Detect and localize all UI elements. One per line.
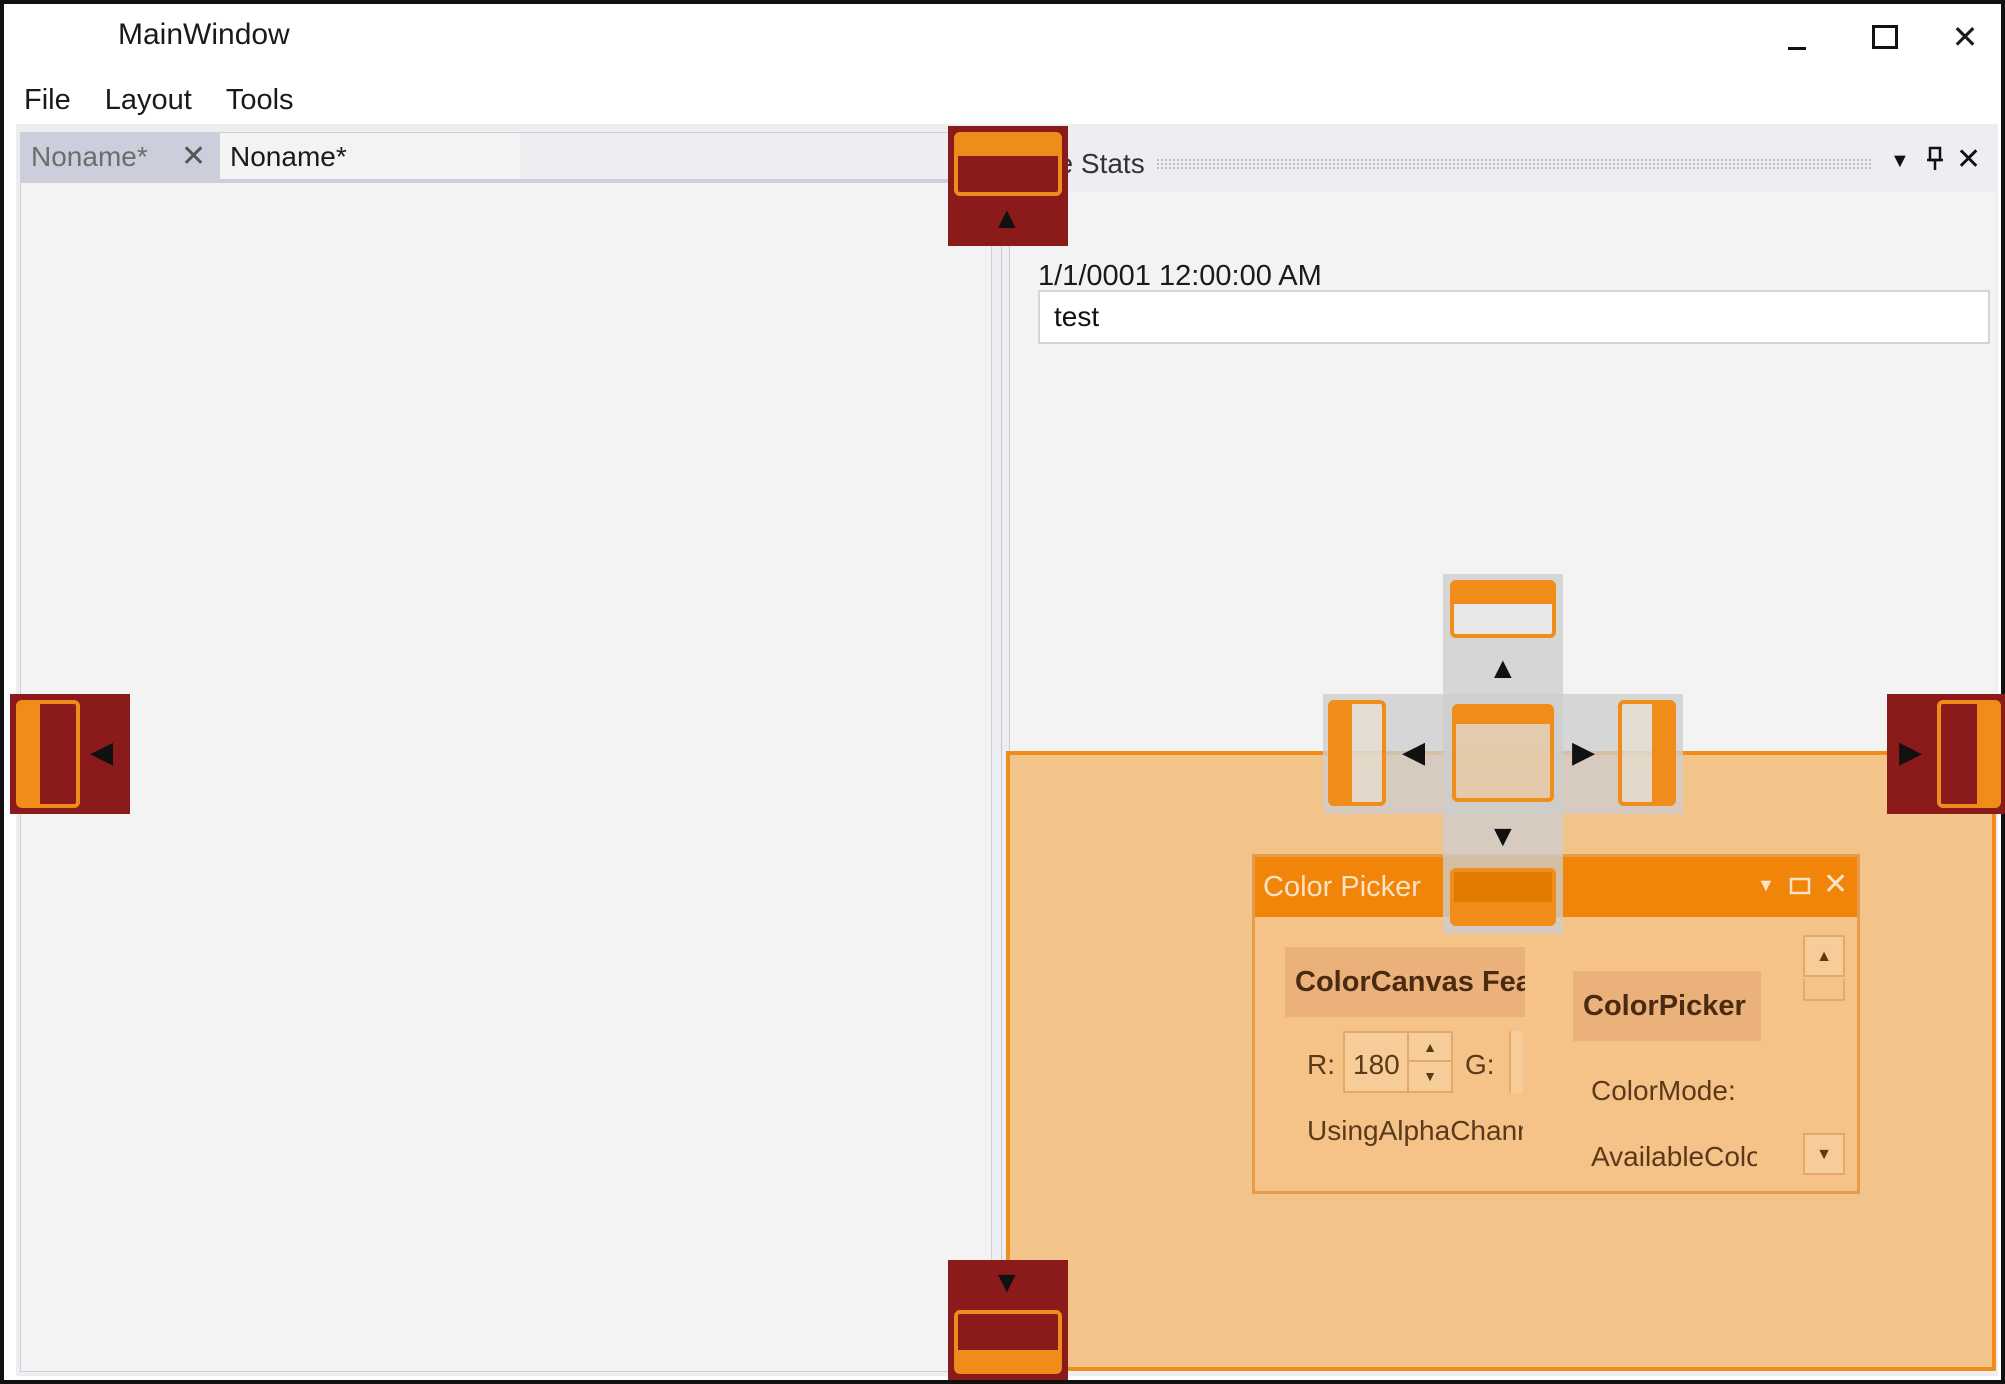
dropdown-menu-icon[interactable]: ▼ — [1757, 875, 1775, 896]
dock-left-target[interactable] — [1328, 700, 1386, 806]
menu-layout[interactable]: Layout — [88, 78, 209, 124]
document-tab-strip: Noname* ✕ Noname* — [21, 133, 991, 183]
document-tab-label: Noname* — [230, 141, 347, 172]
pin-icon[interactable] — [1925, 146, 1945, 179]
document-tab-label: Noname* — [31, 141, 148, 172]
menu-tools[interactable]: Tools — [209, 78, 311, 124]
document-tab-2[interactable]: Noname* — [220, 133, 520, 179]
r-value-stepper[interactable]: 180 ▲ ▼ — [1343, 1031, 1453, 1093]
document-tab-1[interactable]: Noname* ✕ — [21, 133, 220, 179]
colorpicker-header: ColorPicker — [1573, 971, 1761, 1041]
available-colors-label: AvailableColors — [1591, 1141, 1757, 1172]
menu-bar: File Layout Tools — [4, 78, 311, 124]
arrow-down-icon: ▼ — [992, 1266, 1022, 1299]
scroll-down-icon[interactable]: ▼ — [1803, 1133, 1845, 1175]
r-label: R: — [1307, 1049, 1335, 1080]
file-stats-header[interactable]: File Stats ▼ ✕ — [1010, 132, 1996, 192]
dock-edge-right-button[interactable]: ▶ — [1887, 694, 2005, 814]
dock-bottom-icon — [954, 1310, 1062, 1374]
arrow-right-icon: ▶ — [1572, 736, 1596, 769]
title-bar[interactable]: MainWindow ✕ — [4, 4, 2001, 70]
dock-bottom-target[interactable] — [1450, 868, 1556, 926]
dock-center-target[interactable] — [1452, 704, 1554, 802]
arrow-left-icon: ◀ — [1402, 736, 1426, 769]
drag-grip[interactable] — [1156, 158, 1872, 170]
using-alpha-channel-label: UsingAlphaChannel — [1307, 1115, 1523, 1146]
dock-right-target[interactable] — [1618, 700, 1676, 806]
color-picker-title: Color Picker — [1263, 871, 1421, 903]
close-button[interactable]: ✕ — [1930, 12, 2000, 62]
window-title: MainWindow — [118, 18, 290, 51]
g-label: G: — [1465, 1049, 1495, 1080]
maximize-icon — [1872, 25, 1898, 49]
dock-left-icon — [16, 700, 80, 808]
scroll-up-icon[interactable]: ▲ — [1803, 935, 1845, 977]
arrow-left-icon: ◀ — [90, 736, 114, 769]
maximize-button[interactable] — [1850, 12, 1920, 62]
close-icon[interactable]: ✕ — [1823, 867, 1848, 902]
spin-down-icon[interactable]: ▼ — [1409, 1062, 1451, 1091]
main-window: MainWindow ✕ File Layout Tools Noname* ✕… — [0, 0, 2005, 1384]
arrow-right-icon: ▶ — [1899, 736, 1923, 769]
dropdown-menu-icon[interactable]: ▼ — [1890, 150, 1910, 173]
dock-top-icon — [954, 132, 1062, 196]
close-icon[interactable]: ✕ — [181, 133, 206, 181]
dock-top-target[interactable] — [1450, 580, 1556, 638]
arrow-up-icon: ▲ — [992, 202, 1022, 235]
arrow-down-icon: ▼ — [1488, 820, 1518, 853]
r-spinner: ▲ ▼ — [1407, 1033, 1451, 1091]
document-pane: Noname* ✕ Noname* — [20, 132, 992, 1372]
minimize-icon — [1788, 46, 1806, 50]
dock-edge-bottom-button[interactable]: ▼ — [948, 1260, 1068, 1380]
dock-right-icon — [1937, 700, 2001, 808]
dock-edge-top-button[interactable]: ▲ — [948, 126, 1068, 246]
minimize-button[interactable] — [1762, 12, 1832, 62]
arrow-up-icon: ▲ — [1488, 652, 1518, 685]
menu-file[interactable]: File — [4, 78, 88, 124]
close-icon[interactable]: ✕ — [1956, 142, 1981, 177]
r-value[interactable]: 180 — [1353, 1049, 1400, 1081]
maximize-icon[interactable] — [1789, 871, 1811, 902]
spin-up-icon[interactable]: ▲ — [1409, 1033, 1451, 1062]
dock-edge-left-button[interactable]: ◀ — [10, 694, 130, 814]
file-stats-textbox[interactable]: test — [1038, 290, 1990, 344]
scrollbar-track[interactable] — [1803, 979, 1845, 1001]
g-value-stepper[interactable] — [1509, 1031, 1523, 1093]
colorcanvas-features-header: ColorCanvas Features — [1285, 947, 1525, 1017]
close-icon: ✕ — [1951, 19, 1979, 55]
color-mode-label: ColorMode: — [1591, 1075, 1736, 1106]
last-modified-value: 1/1/0001 12:00:00 AM — [1038, 260, 1322, 292]
